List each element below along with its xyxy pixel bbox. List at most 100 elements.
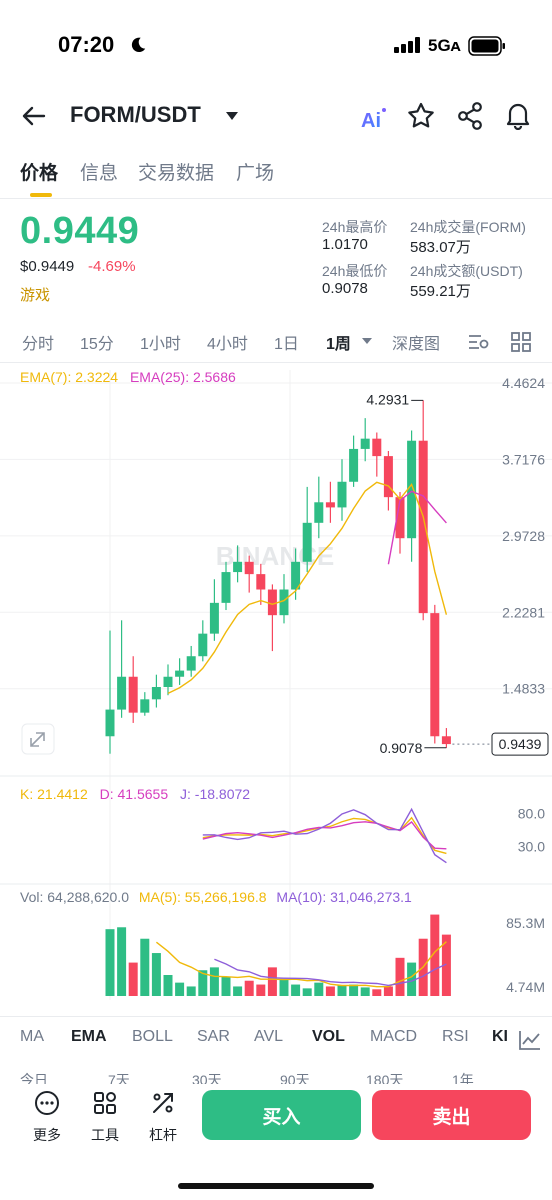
- tools-label: 工具: [91, 1127, 119, 1143]
- caret-down-icon[interactable]: [361, 337, 373, 345]
- period-1y[interactable]: 1年: [452, 1070, 474, 1084]
- volume-bar: [175, 982, 185, 996]
- ema25-label: EMA(25): 2.5686: [129, 369, 236, 385]
- kdj-j-label: J: -18.8072: [180, 786, 251, 802]
- svg-text:Ai: Ai: [361, 110, 381, 131]
- volume-bar: [117, 927, 127, 996]
- candle-body: [209, 602, 219, 634]
- period-today[interactable]: 今日: [20, 1070, 48, 1084]
- more-button[interactable]: 更多: [20, 1090, 74, 1145]
- moon-icon: [131, 37, 146, 53]
- pair-title[interactable]: FORM/USDT: [70, 102, 201, 128]
- sector-tag[interactable]: 游戏: [20, 284, 50, 305]
- vol-base-value: 583.07万: [410, 239, 471, 256]
- candle-body: [325, 502, 335, 508]
- volume-bar: [186, 986, 196, 996]
- price-chart[interactable]: 4.46243.71762.97282.22811.4833BINANCE4.2…: [0, 362, 552, 1002]
- interval-1w[interactable]: 1周: [326, 330, 351, 354]
- indicator-avl[interactable]: AVL: [254, 1028, 283, 1046]
- period-7d[interactable]: 7天: [108, 1070, 130, 1084]
- kdj-d-label: D: 41.5655: [99, 786, 169, 802]
- x-axis-label: 2025-07-07 08:00: [235, 1000, 346, 1002]
- high-value: 1.0170: [322, 236, 368, 253]
- home-indicator: [178, 1183, 374, 1189]
- volume-bar: [302, 988, 312, 996]
- interval-1d[interactable]: 1日: [274, 330, 299, 354]
- kdj-axis-label: 80.0: [518, 805, 545, 821]
- tab-active-indicator: [30, 193, 52, 197]
- volume-bar: [291, 984, 301, 996]
- candle-body: [337, 481, 347, 508]
- leverage-button[interactable]: 杠杆: [136, 1090, 190, 1145]
- volume-bar: [314, 982, 324, 996]
- tab-price[interactable]: 价格: [20, 158, 58, 185]
- interval-15m[interactable]: 15分: [80, 330, 114, 354]
- indicator-boll[interactable]: BOLL: [132, 1028, 173, 1046]
- indicator-settings-icon[interactable]: [467, 331, 489, 353]
- period-90d[interactable]: 90天: [280, 1070, 310, 1084]
- kdj-j-line: [202, 807, 447, 864]
- tools-button[interactable]: 工具: [78, 1090, 132, 1145]
- candle-body: [117, 676, 127, 710]
- indicator-macd[interactable]: MACD: [370, 1028, 417, 1046]
- ema-legend: EMA(7): 2.3224 EMA(25): 2.5686: [20, 369, 236, 385]
- vol-label: Vol: 64,288,620.0: [20, 889, 129, 905]
- candle-body: [151, 687, 161, 700]
- period-180d[interactable]: 180天: [366, 1070, 403, 1084]
- indicator-ma[interactable]: MA: [20, 1028, 44, 1046]
- sell-button[interactable]: 卖出: [372, 1090, 531, 1140]
- high-marker-label: 4.2931: [366, 391, 409, 407]
- candle-body: [360, 438, 370, 449]
- indicator-sar[interactable]: SAR: [197, 1028, 230, 1046]
- tab-info[interactable]: 信息: [80, 158, 118, 185]
- low-value: 0.9078: [322, 280, 368, 297]
- back-arrow-icon[interactable]: [20, 102, 48, 130]
- interval-4h[interactable]: 4小时: [207, 330, 248, 354]
- indicator-ema[interactable]: EMA: [71, 1028, 107, 1046]
- buy-button[interactable]: 买入: [202, 1090, 361, 1140]
- indicator-rsi[interactable]: RSI: [442, 1028, 469, 1046]
- period-row: 今日 7天 30天 90天 180天 1年: [0, 1066, 552, 1084]
- candle-body: [175, 670, 185, 677]
- indicator-vol[interactable]: VOL: [312, 1028, 345, 1046]
- interval-depth[interactable]: 深度图: [392, 330, 440, 354]
- leverage-icon: [153, 1093, 173, 1113]
- indicator-kdj[interactable]: KI: [492, 1028, 510, 1046]
- candle-body: [128, 676, 138, 713]
- price-axis-label: 3.7176: [502, 451, 545, 467]
- signal-icon: [394, 37, 420, 53]
- volume-bar: [360, 987, 370, 996]
- period-30d[interactable]: 30天: [192, 1070, 222, 1084]
- indicator-chart-icon[interactable]: [518, 1029, 542, 1051]
- tab-square[interactable]: 广场: [236, 158, 274, 185]
- ai-icon[interactable]: Ai: [360, 105, 388, 131]
- volume-bar: [128, 962, 138, 996]
- caret-down-icon[interactable]: [225, 111, 239, 121]
- more-label: 更多: [33, 1127, 61, 1143]
- tab-trading-data[interactable]: 交易数据: [138, 158, 214, 185]
- volume-bar: [395, 957, 405, 996]
- price-change: -4.69%: [88, 258, 136, 275]
- interval-1h[interactable]: 1小时: [140, 330, 181, 354]
- share-icon[interactable]: [456, 101, 484, 131]
- divider: [0, 1016, 552, 1017]
- candle-body: [441, 736, 451, 745]
- x-axis-label: 2025-03-17 08:00: [55, 1000, 166, 1002]
- network-label: 5Gᴀ: [428, 36, 461, 55]
- volume-bar: [279, 978, 289, 996]
- star-icon[interactable]: [406, 101, 436, 131]
- candle-body: [418, 440, 428, 614]
- last-price: 0.9449: [20, 210, 140, 252]
- kdj-k-label: K: 21.4412: [20, 786, 88, 802]
- main-tabs: 价格 信息 交易数据 广场: [0, 158, 552, 198]
- vol-quote-label: 24h成交额(USDT): [410, 263, 523, 279]
- tools-icon: [94, 1092, 116, 1114]
- volume-bar: [221, 976, 231, 996]
- volume-bar: [349, 984, 359, 996]
- candle-body: [383, 456, 393, 498]
- bell-icon[interactable]: [504, 100, 532, 130]
- candle-body: [233, 561, 243, 573]
- interval-tick[interactable]: 分时: [22, 330, 54, 354]
- layout-grid-icon[interactable]: [510, 331, 532, 353]
- vol-quote-value: 559.21万: [410, 283, 471, 300]
